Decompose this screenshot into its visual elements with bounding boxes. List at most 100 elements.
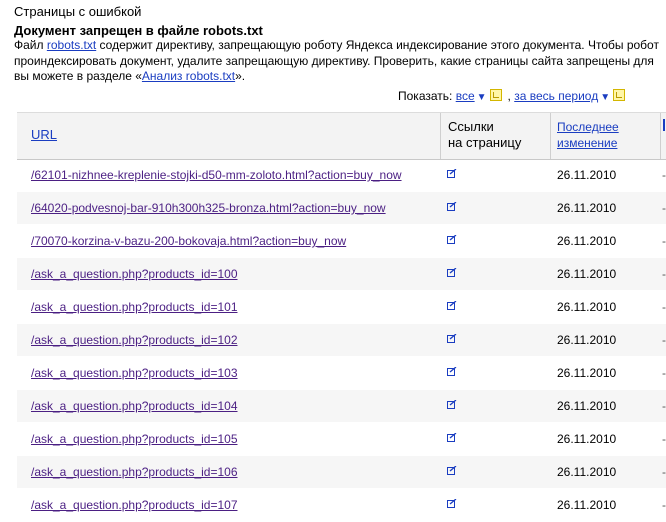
column-header-date: Последнее изменение [551,113,661,159]
help-hint-icon[interactable] [489,89,502,101]
date-cell: 26.11.2010 [557,465,617,479]
sort-by-date-link[interactable]: Последнее изменение [557,119,647,151]
column-header-links-label: Ссылки на страницу [448,119,538,151]
edit-square-icon[interactable] [447,433,457,443]
table-row: /ask_a_question.php?products_id=106 26.11… [17,456,666,489]
edit-square-icon[interactable] [447,301,457,311]
url-table-body: /62101-nizhnee-kreplenie-stojki-d50-mm-z… [17,159,666,522]
table-row: /70070-korzina-v-bazu-200-bokovaja.html?… [17,225,666,258]
url-cell: /ask_a_question.php?products_id=107 [31,498,423,512]
date-cell: 26.11.2010 [557,201,617,215]
date-cell: 26.11.2010 [557,366,617,380]
date-cell: 26.11.2010 [557,399,617,413]
filter-period-dropdown[interactable]: за весь период [514,89,598,103]
truncated-header-mark[interactable] [663,119,665,131]
extra-cell: - [662,168,666,182]
url-cell: /ask_a_question.php?products_id=101 [31,300,423,314]
table-row: /64020-podvesnoj-bar-910h300h325-bronza.… [17,192,666,225]
description-text: ». [235,69,246,83]
robots-txt-link[interactable]: robots.txt [47,38,96,52]
edit-square-icon[interactable] [447,235,457,245]
extra-cell: - [662,399,666,413]
url-cell: /ask_a_question.php?products_id=102 [31,333,423,347]
url-cell: /ask_a_question.php?products_id=105 [31,432,423,446]
extra-cell: - [662,300,666,314]
date-cell: 26.11.2010 [557,333,617,347]
url-cell: /64020-podvesnoj-bar-910h300h325-bronza.… [31,201,423,215]
links-label-line1: Ссылки [448,119,494,134]
date-cell: 26.11.2010 [557,267,617,281]
description-line-1: Файл robots.txt содержит директиву, запр… [14,38,659,54]
extra-cell: - [662,498,666,512]
robots-analysis-link[interactable]: Анализ robots.txt [142,69,235,83]
filter-bar: Показать: все ▼, за весь период ▼ [398,89,631,103]
help-hint-icon[interactable] [613,89,626,101]
edit-square-icon[interactable] [447,169,457,179]
column-header-links: Ссылки на страницу [441,113,551,159]
date-cell: 26.11.2010 [557,234,617,248]
sort-by-url-link[interactable]: URL [31,127,57,142]
edit-square-icon[interactable] [447,202,457,212]
url-link[interactable]: /ask_a_question.php?products_id=104 [31,399,238,413]
extra-cell: - [662,465,666,479]
table-header: URL Ссылки на страницу Последнее изменен… [17,112,666,160]
filter-all-dropdown[interactable]: все [456,89,475,103]
description-line-2: проиндексировать документ, удалите запре… [14,53,654,68]
extra-cell: - [662,234,666,248]
date-label-line2[interactable]: изменение [557,136,617,150]
extra-cell: - [662,333,666,347]
table-row: /ask_a_question.php?products_id=104 26.11… [17,390,666,423]
url-link[interactable]: /64020-podvesnoj-bar-910h300h325-bronza.… [31,201,386,215]
description-text: вы можете в разделе « [14,69,142,83]
url-link[interactable]: /ask_a_question.php?products_id=105 [31,432,238,446]
url-link[interactable]: /ask_a_question.php?products_id=107 [31,498,238,512]
edit-square-icon[interactable] [447,400,457,410]
edit-square-icon[interactable] [447,268,457,278]
table-row: /ask_a_question.php?products_id=107 26.11… [17,489,666,522]
table-row: /ask_a_question.php?products_id=100 26.11… [17,258,666,291]
edit-square-icon[interactable] [447,466,457,476]
url-link[interactable]: /ask_a_question.php?products_id=100 [31,267,238,281]
description-line-3: вы можете в разделе «Анализ robots.txt». [14,69,659,85]
table-row: /ask_a_question.php?products_id=102 26.11… [17,324,666,357]
caret-down-icon[interactable]: ▼ [477,92,487,103]
url-cell: /70070-korzina-v-bazu-200-bokovaja.html?… [31,234,423,248]
url-link[interactable]: /ask_a_question.php?products_id=103 [31,366,238,380]
breadcrumb: Страницы с ошибкой [14,4,142,19]
url-link[interactable]: /ask_a_question.php?products_id=102 [31,333,238,347]
url-cell: /ask_a_question.php?products_id=104 [31,399,423,413]
column-header-url: URL [17,113,441,159]
url-link[interactable]: /62101-nizhnee-kreplenie-stojki-d50-mm-z… [31,168,402,182]
extra-cell: - [662,432,666,446]
page-title: Документ запрещен в файле robots.txt [14,23,263,38]
edit-square-icon[interactable] [447,334,457,344]
filter-label: Показать: [398,89,453,103]
url-cell: /ask_a_question.php?products_id=103 [31,366,423,380]
url-link[interactable]: /ask_a_question.php?products_id=106 [31,465,238,479]
url-cell: /ask_a_question.php?products_id=106 [31,465,423,479]
description-text: содержит директиву, запрещающую роботу Я… [96,38,659,52]
url-cell: /62101-nizhnee-kreplenie-stojki-d50-mm-z… [31,168,423,182]
date-label-line1[interactable]: Последнее [557,120,619,134]
table-row: /62101-nizhnee-kreplenie-stojki-d50-mm-z… [17,159,666,192]
table-row: /ask_a_question.php?products_id=103 26.11… [17,357,666,390]
links-label-line2: на страницу [448,135,522,150]
url-link[interactable]: /ask_a_question.php?products_id=101 [31,300,238,314]
filter-separator: , [507,89,511,103]
date-cell: 26.11.2010 [557,168,617,182]
extra-cell: - [662,201,666,215]
description-text: Файл [14,38,47,52]
table-row: /ask_a_question.php?products_id=105 26.11… [17,423,666,456]
url-link[interactable]: /70070-korzina-v-bazu-200-bokovaja.html?… [31,234,346,248]
date-cell: 26.11.2010 [557,432,617,446]
description: Файл robots.txt содержит директиву, запр… [14,38,659,85]
extra-cell: - [662,366,666,380]
edit-square-icon[interactable] [447,367,457,377]
table-row: /ask_a_question.php?products_id=101 26.11… [17,291,666,324]
extra-cell: - [662,267,666,281]
caret-down-icon[interactable]: ▼ [600,92,610,103]
url-cell: /ask_a_question.php?products_id=100 [31,267,423,281]
date-cell: 26.11.2010 [557,300,617,314]
date-cell: 26.11.2010 [557,498,617,512]
edit-square-icon[interactable] [447,499,457,509]
